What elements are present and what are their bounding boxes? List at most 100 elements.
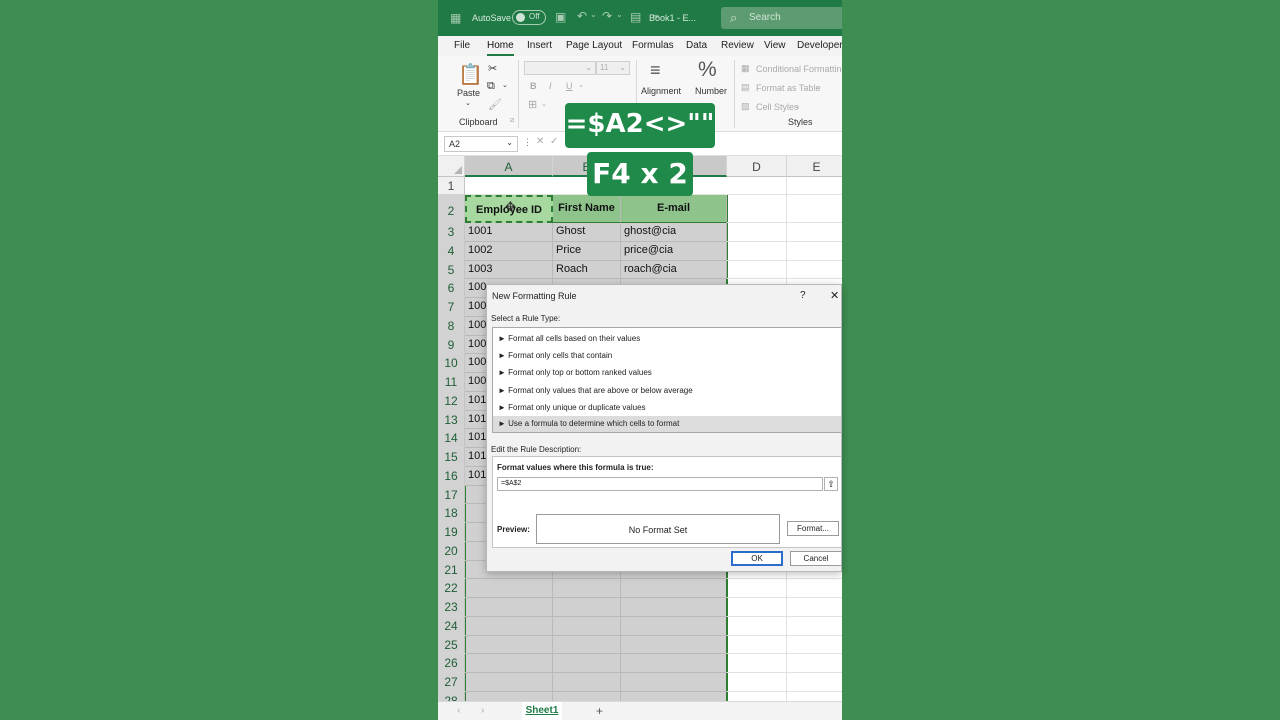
- save-icon[interactable]: ▣: [555, 10, 566, 24]
- cell-styles-icon[interactable]: ▨: [741, 101, 750, 112]
- row-header[interactable]: 2: [438, 195, 465, 223]
- row-header[interactable]: 5: [438, 260, 465, 280]
- cancel-button[interactable]: Cancel: [790, 551, 841, 566]
- autosave-toggle[interactable]: Off: [512, 10, 546, 25]
- rule-type-item[interactable]: ► Format only values that are above or b…: [498, 383, 841, 399]
- search-box[interactable]: ⌕ Search: [721, 7, 842, 29]
- cell-styles-button[interactable]: Cell Styles: [756, 102, 799, 112]
- tab-developer[interactable]: Developer: [797, 40, 842, 51]
- row-header[interactable]: 14: [438, 429, 465, 448]
- tab-formulas[interactable]: Formulas: [632, 40, 674, 51]
- borders-icon[interactable]: ⊞: [528, 98, 537, 111]
- table-cell[interactable]: Roach: [553, 260, 621, 280]
- column-header-e[interactable]: E: [787, 156, 842, 177]
- format-as-table-icon[interactable]: ▤: [741, 82, 750, 93]
- cancel-icon[interactable]: ✕: [536, 136, 544, 147]
- italic-icon[interactable]: I: [549, 81, 552, 91]
- enter-icon[interactable]: ✓: [550, 136, 558, 147]
- table-cell[interactable]: roach@cia: [621, 260, 727, 280]
- row-header[interactable]: 22: [438, 579, 465, 598]
- number-label[interactable]: Number: [695, 86, 727, 96]
- row-header[interactable]: 7: [438, 298, 465, 317]
- scroll-left-icon[interactable]: ‹: [457, 705, 460, 716]
- table-icon[interactable]: ▤: [630, 10, 641, 24]
- row-header[interactable]: 16: [438, 466, 465, 486]
- table-cell[interactable]: 1001: [465, 223, 553, 242]
- tab-file[interactable]: File: [454, 40, 470, 51]
- more-icon[interactable]: ⋮: [523, 137, 532, 148]
- rule-type-item[interactable]: ► Format all cells based on their values: [498, 331, 841, 347]
- copy-dropdown-icon[interactable]: ⌄: [502, 81, 508, 89]
- row-header[interactable]: 1: [438, 177, 465, 195]
- row-header[interactable]: 25: [438, 635, 465, 655]
- paste-icon[interactable]: 📋: [458, 62, 483, 87]
- rule-type-item-selected[interactable]: ► Use a formula to determine which cells…: [493, 416, 841, 432]
- tab-data[interactable]: Data: [686, 40, 707, 51]
- number-format-icon[interactable]: %: [698, 58, 717, 82]
- row-header[interactable]: 17: [438, 485, 465, 505]
- underline-icon[interactable]: U: [566, 81, 573, 91]
- sheet-tab-sheet1[interactable]: Sheet1: [522, 702, 562, 720]
- cut-icon[interactable]: ✂: [488, 62, 497, 75]
- redo-icon[interactable]: ↷: [602, 9, 612, 23]
- underline-dropdown-icon[interactable]: ⌄: [578, 81, 584, 89]
- undo-icon[interactable]: ↶: [577, 9, 587, 23]
- row-header[interactable]: 24: [438, 616, 465, 636]
- row-header[interactable]: 8: [438, 316, 465, 336]
- tab-home[interactable]: Home: [487, 40, 514, 56]
- row-header[interactable]: 15: [438, 448, 465, 467]
- bold-icon[interactable]: B: [530, 81, 537, 91]
- collapse-dialog-icon[interactable]: ⇧: [824, 477, 838, 491]
- row-header[interactable]: 23: [438, 598, 465, 617]
- help-button[interactable]: ?: [800, 290, 806, 301]
- copy-icon[interactable]: ⧉: [487, 80, 495, 93]
- row-header[interactable]: 19: [438, 523, 465, 542]
- format-button[interactable]: Format...: [787, 521, 839, 536]
- font-size-box[interactable]: 11 ⌄: [596, 61, 630, 75]
- chevron-down-icon[interactable]: ⌄: [816, 83, 822, 91]
- cell-c2[interactable]: E-mail: [621, 195, 727, 223]
- row-header[interactable]: 6: [438, 279, 465, 298]
- table-cell[interactable]: 1002: [465, 241, 553, 261]
- select-all-corner[interactable]: [438, 156, 465, 177]
- column-header-a[interactable]: A: [465, 156, 553, 177]
- row-header[interactable]: 27: [438, 673, 465, 692]
- row-header[interactable]: 4: [438, 241, 465, 261]
- row-header[interactable]: 11: [438, 373, 465, 392]
- tab-view[interactable]: View: [764, 40, 786, 51]
- row-header[interactable]: 13: [438, 410, 465, 430]
- format-painter-icon[interactable]: 🖌: [488, 98, 502, 111]
- font-family-box[interactable]: ⌄: [524, 61, 596, 75]
- row-header[interactable]: 18: [438, 504, 465, 523]
- tab-insert[interactable]: Insert: [527, 40, 552, 51]
- cell-b2[interactable]: First Name: [553, 195, 621, 223]
- paste-label[interactable]: Paste: [457, 88, 480, 98]
- row-header[interactable]: 9: [438, 335, 465, 355]
- table-cell[interactable]: 1003: [465, 260, 553, 280]
- row-header[interactable]: 21: [438, 560, 465, 580]
- redo-dropdown-icon[interactable]: ⌄: [616, 10, 623, 19]
- row-header[interactable]: 12: [438, 391, 465, 411]
- borders-dropdown-icon[interactable]: ⌄: [541, 100, 547, 108]
- conditional-formatting-icon[interactable]: ▦: [741, 63, 750, 74]
- row-header[interactable]: 26: [438, 654, 465, 673]
- alignment-icon[interactable]: ≡: [650, 60, 661, 81]
- chevron-down-icon[interactable]: ⌄: [795, 102, 801, 110]
- paste-dropdown-icon[interactable]: ⌄: [465, 99, 471, 107]
- alignment-label[interactable]: Alignment: [641, 86, 681, 96]
- table-cell[interactable]: ghost@cia: [621, 223, 727, 242]
- close-icon[interactable]: ✕: [830, 289, 839, 302]
- table-cell[interactable]: price@cia: [621, 241, 727, 261]
- rule-type-item[interactable]: ► Format only unique or duplicate values: [498, 400, 841, 416]
- conditional-formatting-button[interactable]: Conditional Formatting: [756, 64, 842, 74]
- clipboard-launcher-icon[interactable]: ⧄: [510, 117, 514, 125]
- row-header[interactable]: 20: [438, 541, 465, 561]
- ok-button[interactable]: OK: [731, 551, 783, 566]
- name-box[interactable]: A2 ⌄: [444, 136, 518, 152]
- rule-type-item[interactable]: ► Format only top or bottom ranked value…: [498, 365, 841, 381]
- table-cell[interactable]: Ghost: [553, 223, 621, 242]
- row-header[interactable]: 3: [438, 223, 465, 242]
- format-as-table-button[interactable]: Format as Table: [756, 83, 820, 93]
- row-header[interactable]: 10: [438, 354, 465, 373]
- column-header-d[interactable]: D: [727, 156, 787, 177]
